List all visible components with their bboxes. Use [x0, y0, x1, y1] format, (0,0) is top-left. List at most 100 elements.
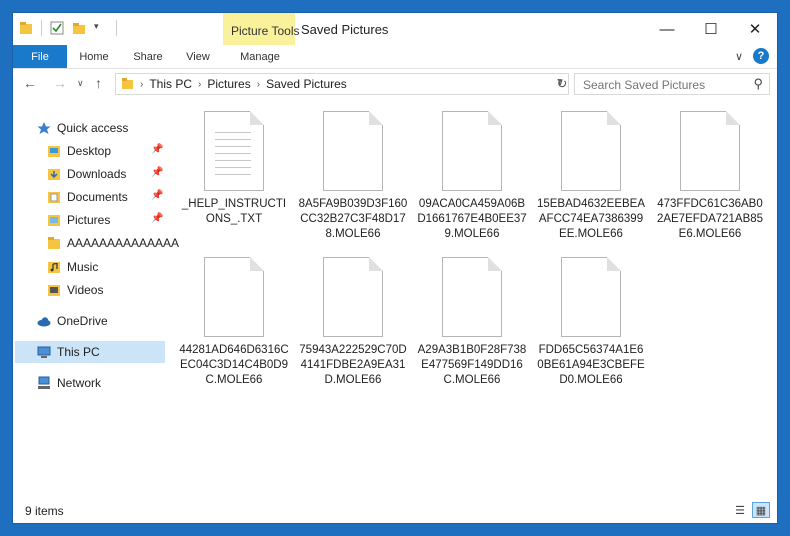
large-icons-view-icon: ▦: [755, 504, 767, 517]
file-name: 8A5FA9B039D3F160CC32B27C3F48D178.MOLE66: [298, 198, 408, 240]
tab-file[interactable]: File: [13, 45, 67, 68]
close-button[interactable]: ✕: [733, 13, 777, 45]
refresh-button[interactable]: ↻: [552, 73, 572, 95]
toolbar-divider: [116, 20, 117, 36]
navigation-pane: Quick access Desktop 📌 Downloads 📌 Docum…: [13, 105, 179, 495]
refresh-icon: ↻: [556, 76, 568, 91]
file-item[interactable]: 44281AD646D6316CEC04C3D14C4B0D9C.MOLE66: [179, 257, 289, 388]
search-box: ⚲: [574, 73, 770, 95]
file-item[interactable]: A29A3B1B0F28F738E477569F149DD16C.MOLE66: [417, 257, 527, 388]
picture-tools-label: Picture Tools: [231, 24, 300, 38]
nav-label: Music: [67, 260, 99, 274]
forward-icon[interactable]: →: [53, 75, 67, 91]
chevron-right-icon: ›: [256, 78, 261, 90]
file-icon: [561, 111, 621, 191]
nav-item-music[interactable]: Music: [47, 256, 98, 278]
chevron-right-icon: ›: [198, 78, 202, 90]
file-icon: [323, 257, 383, 337]
recent-locations-icon[interactable]: ∨: [77, 78, 84, 89]
chevron-right-icon: ›: [140, 78, 144, 90]
nav-label: Network: [57, 376, 102, 390]
nav-label: Videos: [67, 283, 104, 297]
file-item[interactable]: FDD65C56374A1E60BE61A94E3CBEFED0.MOLE66: [536, 257, 646, 388]
status-bar: 9 items ☰ ▦: [13, 499, 777, 523]
nav-item-aaaa[interactable]: AAAAAAAAAAAAAA: [47, 232, 179, 254]
breadcrumb-this-pc[interactable]: This PC: [149, 77, 192, 91]
file-name: FDD65C56374A1E60BE61A94E3CBEFED0.MOLE66: [537, 344, 645, 386]
file-item[interactable]: 75943A222529C70D4141FDBE2A9EA31D.MOLE66: [298, 257, 408, 388]
breadcrumb-saved-pictures[interactable]: Saved Pictures: [266, 77, 347, 91]
file-item[interactable]: 15EBAD4632EEBEAAFCC74EA7386399EE.MOLE66: [536, 111, 646, 242]
file-name: _HELP_INSTRUCTIONS_.TXT: [181, 198, 287, 225]
nav-label: Pictures: [67, 213, 111, 227]
folder-icon: [122, 77, 134, 89]
nav-item-documents[interactable]: Documents: [47, 186, 128, 208]
file-icon: [204, 257, 264, 337]
downloads-folder-icon: [47, 167, 61, 181]
tab-share[interactable]: Share: [125, 45, 171, 68]
search-input[interactable]: [581, 77, 745, 93]
file-icon: [561, 257, 621, 337]
ribbon-tabs: File Home Share View Manage ∨ ?: [13, 45, 777, 69]
pictures-folder-icon: [47, 213, 61, 227]
help-icon[interactable]: ?: [753, 48, 769, 64]
up-icon[interactable]: ↑: [95, 75, 102, 91]
music-folder-icon: [47, 260, 61, 274]
breadcrumb-pictures[interactable]: Pictures: [207, 77, 250, 91]
file-name: 75943A222529C70D4141FDBE2A9EA31D.MOLE66: [299, 344, 407, 386]
nav-item-desktop[interactable]: Desktop: [47, 140, 111, 162]
file-item[interactable]: 8A5FA9B039D3F160CC32B27C3F48D178.MOLE66: [298, 111, 408, 242]
title-bar: ▾ Picture Tools Saved Pictures — ☐ ✕: [13, 13, 777, 45]
file-name: A29A3B1B0F28F738E477569F149DD16C.MOLE66: [417, 344, 527, 386]
computer-icon: [37, 345, 51, 359]
file-name: 44281AD646D6316CEC04C3D14C4B0D9C.MOLE66: [179, 344, 289, 386]
folder-icon[interactable]: [19, 21, 33, 35]
file-icon: [680, 111, 740, 191]
tab-manage[interactable]: Manage: [233, 45, 287, 68]
close-icon: ✕: [748, 21, 762, 38]
nav-item-videos[interactable]: Videos: [47, 279, 103, 301]
nav-this-pc[interactable]: This PC: [15, 341, 165, 363]
nav-label: Quick access: [57, 121, 129, 135]
file-list: _HELP_INSTRUCTIONS_.TXT 8A5FA9B039D3F160…: [173, 105, 773, 495]
item-count: 9 items: [25, 504, 64, 518]
file-item[interactable]: 09ACA0CA459A06BD1661767E4B0EE379.MOLE66: [417, 111, 527, 242]
nav-item-downloads[interactable]: Downloads: [47, 163, 126, 185]
new-folder-icon[interactable]: [72, 21, 86, 35]
pin-icon[interactable]: 📌: [151, 167, 163, 178]
file-name: 473FFDC61C36AB02AE7EFDA721AB85E6.MOLE66: [656, 198, 764, 240]
pin-icon[interactable]: 📌: [151, 213, 163, 224]
properties-icon[interactable]: [50, 21, 64, 35]
nav-network[interactable]: Network: [37, 372, 101, 394]
desktop-folder-icon: [47, 144, 61, 158]
minimize-button[interactable]: —: [645, 13, 689, 45]
back-icon[interactable]: ←: [23, 75, 37, 91]
nav-onedrive[interactable]: OneDrive: [37, 310, 108, 332]
tab-view[interactable]: View: [175, 45, 221, 68]
nav-label: AAAAAAAAAAAAAA: [67, 236, 180, 250]
file-item[interactable]: _HELP_INSTRUCTIONS_.TXT: [179, 111, 289, 227]
breadcrumb: › This PC › Pictures › Saved Pictures: [140, 77, 347, 91]
nav-item-pictures[interactable]: Pictures: [47, 209, 110, 231]
star-icon: [37, 121, 51, 135]
expand-ribbon-icon[interactable]: ∨: [735, 50, 743, 63]
minimize-icon: —: [659, 20, 675, 38]
address-bar[interactable]: › This PC › Pictures › Saved Pictures ∨: [115, 73, 569, 95]
pin-icon[interactable]: 📌: [151, 190, 163, 201]
customize-toolbar-icon[interactable]: ▾: [94, 21, 108, 35]
file-icon: [442, 257, 502, 337]
file-item[interactable]: 473FFDC61C36AB02AE7EFDA721AB85E6.MOLE66: [655, 111, 765, 242]
network-icon: [37, 376, 51, 390]
details-view-button[interactable]: ☰: [731, 502, 749, 518]
ribbon-controls: ∨ ?: [735, 48, 769, 64]
pin-icon[interactable]: 📌: [151, 144, 163, 155]
large-icons-view-button[interactable]: ▦: [752, 502, 770, 518]
tab-home[interactable]: Home: [71, 45, 117, 68]
search-icon[interactable]: ⚲: [753, 76, 763, 92]
nav-label: Desktop: [67, 144, 112, 158]
file-icon: [323, 111, 383, 191]
folder-icon: [47, 236, 61, 250]
address-row: ← → ∨ ↑ › This PC › Pictures › Saved Pic…: [13, 69, 777, 99]
nav-quick-access[interactable]: Quick access: [37, 117, 128, 139]
maximize-button[interactable]: ☐: [689, 13, 733, 45]
